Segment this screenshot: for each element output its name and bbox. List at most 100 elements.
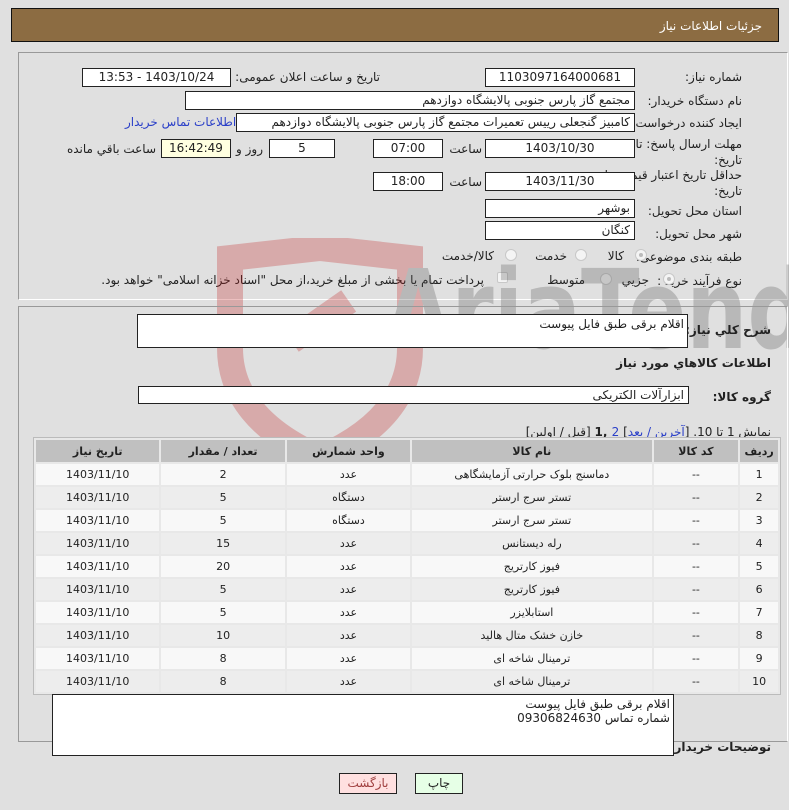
row-number-cell: 10	[740, 671, 778, 692]
item-quantity-cell: 5	[161, 510, 285, 531]
item-quantity-cell: 8	[161, 671, 285, 692]
item-name-cell: رله دیستانس	[412, 533, 652, 554]
remaining-time-field: 16:42:49	[161, 139, 231, 158]
item-code-cell: --	[653, 671, 739, 692]
validity-label-2: تاریخ:	[714, 184, 742, 198]
item-code-cell: --	[653, 602, 739, 623]
table-row: 5 -- فیوز کارتریج عدد 20 1403/11/10	[36, 556, 778, 577]
item-quantity-cell: 8	[161, 648, 285, 669]
city-field: کنگان	[485, 221, 635, 240]
item-unit-cell: عدد	[286, 556, 411, 577]
creator-label: ایجاد کننده درخواست:	[631, 116, 742, 130]
item-unit-cell: دستگاه	[286, 510, 411, 531]
validity-time-field: 18:00	[373, 172, 443, 191]
goods-group-field: ابزارآلات الکتریکی	[138, 386, 689, 404]
item-code-cell: --	[653, 625, 739, 646]
item-name-cell: تستر سرج ارستر	[412, 487, 652, 508]
row-number-cell: 7	[740, 602, 778, 623]
days-label: روز و	[236, 142, 263, 156]
buyer-contact-link[interactable]: اطلاعات تماس خریدار	[125, 115, 236, 129]
col-name-header: نام کالا	[412, 440, 652, 462]
item-name-cell: فیوز کارتریج	[412, 579, 652, 600]
deadline-time-field: 07:00	[373, 139, 443, 158]
item-quantity-cell: 5	[161, 487, 285, 508]
category-radio-service[interactable]	[575, 249, 587, 261]
deadline-date-field: 1403/10/30	[485, 139, 635, 158]
item-unit-cell: عدد	[286, 648, 411, 669]
process-radio-minor[interactable]	[663, 273, 675, 285]
deadline-label-2: تاریخ:	[714, 153, 742, 167]
col-row-header: ردیف	[740, 440, 778, 462]
buyer-notes-textarea[interactable]: اقلام برقی طبق فایل پیوست شماره تماس 093…	[52, 694, 674, 756]
process-radio-medium[interactable]	[600, 273, 612, 285]
col-qty-header: تعداد / مقدار	[161, 440, 285, 462]
page-title: جزئیات اطلاعات نیاز	[659, 19, 762, 33]
buyer-notes-label: توضیحات خریدار:	[669, 740, 771, 754]
item-quantity-cell: 20	[161, 556, 285, 577]
item-unit-cell: عدد	[286, 671, 411, 692]
remaining-label: ساعت باقي مانده	[66, 142, 156, 156]
item-code-cell: --	[653, 487, 739, 508]
table-row: 9 -- ترمینال شاخه ای عدد 8 1403/11/10	[36, 648, 778, 669]
need-date-cell: 1403/11/10	[36, 510, 160, 531]
row-number-cell: 4	[740, 533, 778, 554]
print-button[interactable]: چاپ	[415, 773, 463, 794]
days-field: 5	[269, 139, 335, 158]
row-number-cell: 1	[740, 464, 778, 485]
table-row: 4 -- رله دیستانس عدد 15 1403/11/10	[36, 533, 778, 554]
need-date-cell: 1403/11/10	[36, 671, 160, 692]
item-code-cell: --	[653, 464, 739, 485]
table-row: 3 -- تستر سرج ارستر دستگاه 5 1403/11/10	[36, 510, 778, 531]
province-label: استان محل تحویل:	[647, 204, 742, 218]
item-name-cell: ترمینال شاخه ای	[412, 671, 652, 692]
row-number-cell: 6	[740, 579, 778, 600]
row-number-cell: 9	[740, 648, 778, 669]
goods-table: ردیف کد کالا نام کالا واحد شمارش تعداد /…	[33, 437, 781, 695]
treasury-checkbox[interactable]	[497, 272, 508, 283]
item-name-cell: خازن خشک متال هالید	[412, 625, 652, 646]
item-name-cell: فیوز کارتریج	[412, 556, 652, 577]
process-option-minor: جزیي	[621, 273, 649, 287]
item-code-cell: --	[653, 510, 739, 531]
announce-label: تاریخ و ساعت اعلان عمومی:	[235, 70, 380, 84]
item-quantity-cell: 15	[161, 533, 285, 554]
need-number-field: 1103097164000681	[485, 68, 635, 87]
page-header: جزئیات اطلاعات نیاز	[11, 8, 779, 42]
back-button[interactable]: بازگشت	[339, 773, 397, 794]
creator-field: کامبیز گنجعلی رییس تعمیرات مجتمع گاز پار…	[236, 113, 635, 132]
col-unit-header: واحد شمارش	[286, 440, 411, 462]
item-code-cell: --	[653, 579, 739, 600]
col-code-header: کد کالا	[653, 440, 739, 462]
item-unit-cell: عدد	[286, 625, 411, 646]
item-unit-cell: عدد	[286, 579, 411, 600]
goods-section-title: اطلاعات کالاهاي مورد نياز	[616, 356, 771, 370]
item-code-cell: --	[653, 533, 739, 554]
treasury-note: پرداخت تمام یا بخشی از مبلغ خرید،از محل …	[101, 273, 484, 287]
row-number-cell: 3	[740, 510, 778, 531]
buyer-org-field: مجتمع گاز پارس جنوبی پالایشگاه دوازدهم	[185, 91, 635, 110]
row-number-cell: 5	[740, 556, 778, 577]
category-radio-goods[interactable]	[635, 249, 647, 261]
table-row: 1 -- دماسنج بلوک حرارتی آزمایشگاهی عدد 2 1403…	[36, 464, 778, 485]
need-date-cell: 1403/11/10	[36, 487, 160, 508]
item-unit-cell: عدد	[286, 464, 411, 485]
process-option-medium: متوسط	[547, 273, 585, 287]
item-name-cell: استابلایزر	[412, 602, 652, 623]
item-quantity-cell: 2	[161, 464, 285, 485]
category-radio-goods-service[interactable]	[505, 249, 517, 261]
need-date-cell: 1403/11/10	[36, 533, 160, 554]
city-label: شهر محل تحویل:	[655, 227, 742, 241]
col-date-header: تاریخ نیاز	[36, 440, 160, 462]
item-code-cell: --	[653, 648, 739, 669]
item-code-cell: --	[653, 556, 739, 577]
description-textarea[interactable]: اقلام برقی طبق فایل پیوست	[137, 314, 688, 348]
announce-field: 1403/10/24 - 13:53	[82, 68, 231, 87]
item-quantity-cell: 5	[161, 602, 285, 623]
province-field: بوشهر	[485, 199, 635, 218]
validity-date-field: 1403/11/30	[485, 172, 635, 191]
table-row: 7 -- استابلایزر عدد 5 1403/11/10	[36, 602, 778, 623]
table-row: 8 -- خازن خشک متال هالید عدد 10 1403/11/10	[36, 625, 778, 646]
category-option-goods-service: کالا/خدمت	[441, 249, 494, 263]
need-date-cell: 1403/11/10	[36, 556, 160, 577]
need-date-cell: 1403/11/10	[36, 579, 160, 600]
